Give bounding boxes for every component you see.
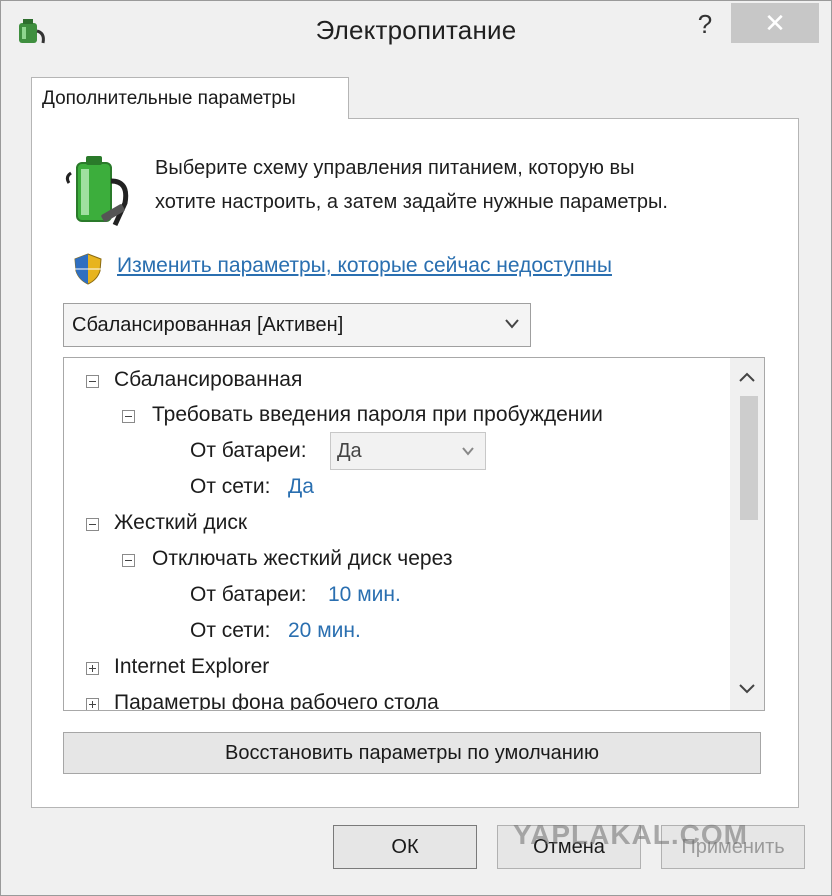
hdd-battery-value[interactable]: 10 мин. [328, 583, 401, 607]
close-button[interactable]: ✕ [731, 3, 819, 43]
password-battery-value: Да [337, 440, 362, 462]
ok-button[interactable]: ОК [333, 825, 477, 869]
watermark: YAPLAKAL.COM [513, 819, 748, 850]
description-text: Выберите схему управления питанием, кото… [155, 151, 795, 219]
description-line-1: Выберите схему управления питанием, кото… [155, 157, 635, 179]
tree-node-hard-disk[interactable]: Жесткий диск [114, 511, 247, 535]
expand-icon[interactable] [86, 662, 99, 675]
collapse-icon[interactable] [122, 554, 135, 567]
tree-node-turn-off-hdd[interactable]: Отключать жесткий диск через [152, 547, 452, 571]
change-unavailable-settings-link[interactable]: Изменить параметры, которые сейчас недос… [117, 254, 612, 278]
help-button[interactable]: ? [685, 7, 725, 43]
tree-node-desktop-background[interactable]: Параметры фона рабочего стола [114, 691, 439, 710]
restore-defaults-button[interactable]: Восстановить параметры по умолчанию [63, 732, 761, 774]
collapse-icon[interactable] [86, 518, 99, 531]
collapse-icon[interactable] [122, 410, 135, 423]
uac-shield-icon [74, 253, 102, 285]
tree-scrollbar[interactable] [730, 358, 764, 710]
password-ac-label: От сети: [190, 475, 271, 498]
power-options-dialog: Электропитание ? ✕ Дополнительные параме… [0, 0, 832, 896]
password-ac-value[interactable]: Да [288, 475, 314, 499]
power-plan-select[interactable]: Сбалансированная [Активен] [63, 303, 531, 347]
collapse-icon[interactable] [86, 375, 99, 388]
expand-icon[interactable] [86, 698, 99, 710]
tree-node-internet-explorer[interactable]: Internet Explorer [114, 655, 269, 679]
chevron-down-icon[interactable] [737, 682, 757, 696]
password-battery-label: От батареи: [190, 439, 307, 462]
title-bar[interactable]: Электропитание ? ✕ [1, 1, 831, 65]
tree-node-balanced[interactable]: Сбалансированная [114, 368, 302, 392]
hdd-battery-label: От батареи: [190, 583, 307, 606]
hdd-ac-label: От сети: [190, 619, 271, 642]
tree-node-password-on-wake[interactable]: Требовать введения пароля при пробуждени… [152, 403, 603, 427]
chevron-down-icon [505, 319, 519, 329]
chevron-up-icon[interactable] [737, 370, 757, 384]
hdd-ac-value[interactable]: 20 мин. [288, 619, 361, 643]
chevron-down-icon [462, 447, 474, 456]
settings-tree[interactable]: Сбалансированная Требовать введения паро… [63, 357, 765, 711]
battery-plug-icon [65, 156, 129, 227]
power-plan-select-value: Сбалансированная [Активен] [72, 314, 344, 336]
scroll-thumb[interactable] [740, 396, 758, 520]
password-battery-select[interactable]: Да [330, 432, 486, 470]
description-line-2: хотите настроить, а затем задайте нужные… [155, 191, 668, 213]
tab-advanced-settings[interactable]: Дополнительные параметры [31, 77, 349, 119]
